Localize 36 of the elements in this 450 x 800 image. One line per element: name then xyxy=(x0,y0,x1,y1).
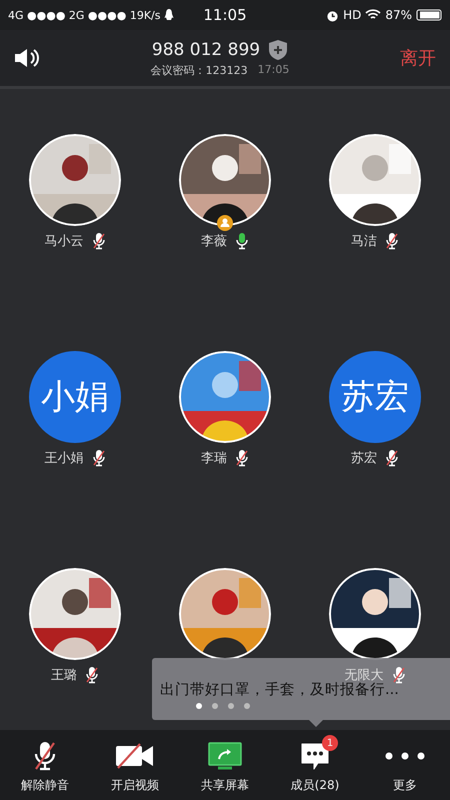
share-screen-icon xyxy=(208,742,242,770)
chat-bubble-icon xyxy=(300,741,330,771)
meeting-password: 会议密码：123123 xyxy=(150,62,248,78)
participant-name: 李瑞 xyxy=(201,450,227,467)
elapsed-time: 17:05 xyxy=(258,62,290,78)
speaker-icon[interactable] xyxy=(14,48,40,68)
initials-avatar[interactable]: 苏宏 xyxy=(329,351,421,443)
participant-name: 苏宏 xyxy=(351,450,377,467)
hd-label: HD xyxy=(343,8,362,22)
status-signal: 4G ●●●● 2G ●●●● 19K/s xyxy=(8,8,160,22)
initials-avatar[interactable]: 小娟 xyxy=(29,351,121,443)
participant-name: 马洁 xyxy=(351,233,377,250)
participant-name: 王璐 xyxy=(51,667,77,684)
muted-mic-icon xyxy=(33,740,57,772)
toolbar-video-button[interactable]: 开启视频 xyxy=(90,730,180,800)
toolbar-mic-button[interactable]: 解除静音 xyxy=(0,730,90,800)
toolbar-members-button[interactable]: 1 成员(28) xyxy=(270,730,360,800)
wifi-icon xyxy=(365,9,382,21)
battery-percent: 87% xyxy=(385,8,412,22)
participant-name: 李薇 xyxy=(201,233,227,250)
alarm-icon xyxy=(326,8,340,22)
participant-name: 无限大 xyxy=(344,667,384,683)
unread-badge: 1 xyxy=(322,735,338,751)
toast-message: 出门带好口罩，手套，及时报备行... xyxy=(160,681,399,699)
participant-name: 马小云 xyxy=(44,233,84,250)
battery-icon xyxy=(416,9,442,21)
status-time: 11:05 xyxy=(203,6,247,24)
leave-button[interactable]: 离开 xyxy=(400,46,436,70)
toolbar-share-button[interactable]: 共享屏幕 xyxy=(180,730,270,800)
more-icon xyxy=(385,752,425,760)
shield-icon[interactable] xyxy=(268,38,288,60)
participant-name: 王小娟 xyxy=(44,450,84,467)
toast-pointer-icon xyxy=(309,720,323,727)
video-off-icon xyxy=(115,743,155,769)
toolbar-more-button[interactable]: 更多 xyxy=(360,730,450,800)
meeting-id: 988 012 899 xyxy=(152,40,260,60)
